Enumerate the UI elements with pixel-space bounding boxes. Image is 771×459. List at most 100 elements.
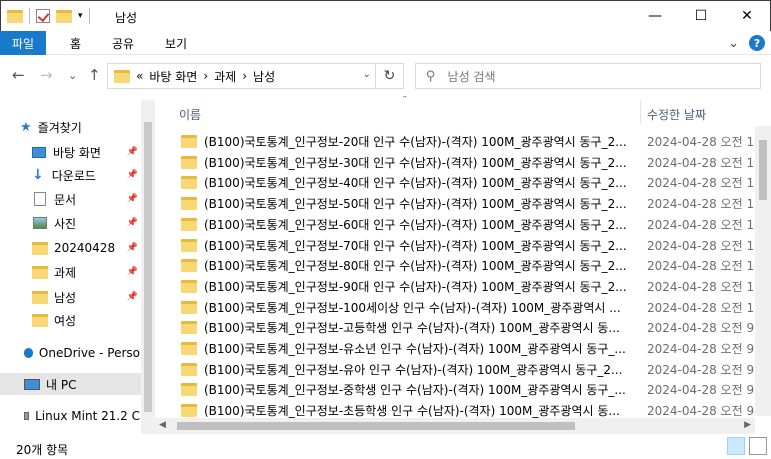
file-date: 2024-04-28 오전 10: [647, 176, 766, 191]
vertical-scrollbar[interactable] [755, 126, 771, 416]
file-date: 2024-04-28 오전 9: [647, 404, 759, 419]
file-name: (B100)국토통계_인구정보-20대 인구 수(남자)-(격자) 100M_광… [204, 135, 627, 149]
sidebar-item-male[interactable]: 남성 📌 [32, 286, 140, 308]
pictures-icon [33, 217, 47, 229]
breadcrumb-desktop[interactable]: 바탕 화면 [149, 68, 197, 85]
sidebar-item-quick-access[interactable]: ★ 즐겨찾기 [20, 116, 155, 138]
column-date-modified[interactable]: 수정한 날짜 [647, 106, 706, 123]
new-folder-icon[interactable] [56, 9, 72, 23]
pin-icon: 📌 [126, 218, 138, 228]
close-button[interactable]: ✕ [724, 1, 770, 31]
table-row[interactable]: (B100)국토통계_인구정보-80대 인구 수(남자)-(격자) 100M_광… [175, 255, 766, 276]
file-list: ⌃ 이름 수정한 날짜 (B100)국토통계_인구정보-20대 인구 수(남자)… [155, 96, 771, 434]
address-bar[interactable]: « 바탕 화면 › 과제 › 남성 ⌄ ↻ [107, 63, 404, 89]
folder-icon [181, 176, 197, 190]
pin-icon: 📌 [126, 194, 138, 204]
search-input[interactable]: ⚲ 남성 검색 [415, 63, 761, 89]
desktop-icon [32, 146, 46, 158]
file-date: 2024-04-28 오전 10: [647, 279, 766, 294]
file-name: (B100)국토통계_인구정보-초등학생 인구 수(남자)-(격자) 100M_… [204, 404, 620, 419]
sidebar-item-pictures[interactable]: 사진 📌 [33, 212, 140, 234]
properties-icon[interactable] [36, 9, 50, 23]
up-button[interactable]: ↑ [88, 66, 101, 84]
table-row[interactable]: (B100)국토통계_인구정보-70대 인구 수(남자)-(격자) 100M_광… [175, 235, 766, 256]
table-row[interactable]: (B100)국토통계_인구정보-중학생 인구 수(남자)-(격자) 100M_광… [175, 379, 758, 400]
table-row[interactable]: (B100)국토통계_인구정보-60대 인구 수(남자)-(격자) 100M_광… [175, 214, 766, 235]
tab-file[interactable]: 파일 [0, 31, 46, 55]
download-icon: ↓ [32, 167, 44, 183]
column-header: ⌃ 이름 수정한 날짜 [155, 96, 771, 126]
status-bar: 20개 항목 [0, 434, 771, 459]
breadcrumb-separator[interactable]: › [242, 69, 247, 83]
tab-share[interactable]: 공유 [112, 35, 134, 52]
customize-toolbar-icon[interactable]: ▾ [78, 11, 83, 21]
sidebar-item-this-pc[interactable]: 내 PC [0, 373, 141, 395]
folder-icon [181, 300, 197, 314]
scrollbar-thumb[interactable] [759, 140, 767, 200]
table-row[interactable]: (B100)국토통계_인구정보-고등학생 인구 수(남자)-(격자) 100M_… [175, 317, 759, 338]
details-view-button[interactable] [727, 437, 745, 455]
minimize-button[interactable]: — [632, 1, 678, 31]
breadcrumb-male[interactable]: 남성 [253, 68, 275, 85]
sidebar-item-downloads[interactable]: ↓ 다운로드 📌 [32, 164, 140, 186]
file-date: 2024-04-28 오전 9: [647, 321, 759, 336]
table-row[interactable]: (B100)국토통계_인구정보-30대 인구 수(남자)-(격자) 100M_광… [175, 152, 766, 173]
divider [88, 8, 90, 24]
sidebar-item-assignment[interactable]: 과제 📌 [32, 261, 140, 283]
folder-icon [32, 265, 48, 279]
breadcrumb-overflow[interactable]: « [136, 69, 143, 83]
sidebar-item-linux-mint[interactable]: Linux Mint 21.2 C [24, 405, 140, 427]
pin-icon: 📌 [126, 243, 138, 253]
breadcrumb-separator[interactable]: › [203, 69, 208, 83]
file-name: (B100)국토통계_인구정보-70대 인구 수(남자)-(격자) 100M_광… [204, 238, 627, 253]
sidebar-item-desktop[interactable]: 바탕 화면 📌 [32, 141, 140, 163]
forward-button[interactable]: → [40, 66, 53, 84]
horizontal-scrollbar[interactable]: ◀ ▶ [155, 418, 755, 434]
ribbon: 파일 홈 공유 보기 ⌄ ? [0, 31, 771, 55]
table-row[interactable]: (B100)국토통계_인구정보-100세이상 인구 수(남자)-(격자) 100… [175, 297, 766, 318]
sidebar-item-documents[interactable]: 문서 📌 [34, 188, 140, 210]
scroll-left-icon[interactable]: ◀ [159, 420, 166, 430]
expand-ribbon-icon[interactable]: ⌄ [728, 36, 739, 51]
folder-icon [181, 217, 197, 231]
scrollbar-thumb[interactable] [144, 122, 152, 412]
tab-home[interactable]: 홈 [70, 35, 81, 52]
file-date: 2024-04-28 오전 10: [647, 300, 766, 315]
sidebar-scrollbar[interactable] [141, 100, 155, 434]
window-title: 남성 [115, 11, 138, 25]
table-row[interactable]: (B100)국토통계_인구정보-90대 인구 수(남자)-(격자) 100M_광… [175, 276, 766, 297]
table-row[interactable]: (B100)국토통계_인구정보-20대 인구 수(남자)-(격자) 100M_광… [175, 131, 766, 152]
column-divider[interactable] [640, 100, 641, 124]
folder-icon [181, 155, 197, 169]
folder-icon [181, 321, 197, 335]
scroll-right-icon[interactable]: ▶ [744, 420, 751, 430]
folder-icon [32, 290, 48, 304]
pc-icon [24, 378, 40, 390]
scrollbar-thumb[interactable] [177, 422, 575, 430]
column-name[interactable]: 이름 [179, 106, 201, 123]
file-name: (B100)국토통계_인구정보-40대 인구 수(남자)-(격자) 100M_광… [204, 176, 627, 191]
table-row[interactable]: (B100)국토통계_인구정보-유아 인구 수(남자)-(격자) 100M_광주… [175, 359, 758, 380]
tab-view[interactable]: 보기 [165, 35, 187, 52]
address-history-dropdown[interactable]: ⌄ [363, 69, 371, 80]
table-row[interactable]: (B100)국토통계_인구정보-50대 인구 수(남자)-(격자) 100M_광… [175, 193, 766, 214]
folder-icon [181, 259, 197, 273]
table-row[interactable]: (B100)국토통계_인구정보-40대 인구 수(남자)-(격자) 100M_광… [175, 172, 766, 193]
sidebar-item-onedrive[interactable]: OneDrive - Perso [24, 342, 140, 364]
sidebar-item-female[interactable]: 여성 [32, 309, 140, 331]
back-button[interactable]: ← [12, 66, 25, 84]
refresh-button[interactable]: ↻ [375, 64, 403, 88]
help-icon[interactable]: ? [749, 35, 765, 51]
maximize-button[interactable]: ☐ [678, 1, 724, 31]
folder-icon [181, 197, 197, 211]
file-name: (B100)국토통계_인구정보-30대 인구 수(남자)-(격자) 100M_광… [204, 155, 627, 170]
table-row[interactable]: (B100)국토통계_인구정보-유소년 인구 수(남자)-(격자) 100M_광… [175, 338, 758, 359]
file-date: 2024-04-28 오전 10: [647, 155, 766, 170]
sidebar-item-20240428[interactable]: 20240428 📌 [32, 237, 140, 259]
file-date: 2024-04-28 오전 10: [647, 259, 766, 274]
pin-icon: 📌 [126, 292, 138, 302]
recent-locations-button[interactable]: ⌄ [68, 69, 77, 82]
large-icons-view-button[interactable] [749, 437, 767, 455]
breadcrumb-assignment[interactable]: 과제 [214, 68, 236, 85]
folder-icon [181, 404, 197, 418]
